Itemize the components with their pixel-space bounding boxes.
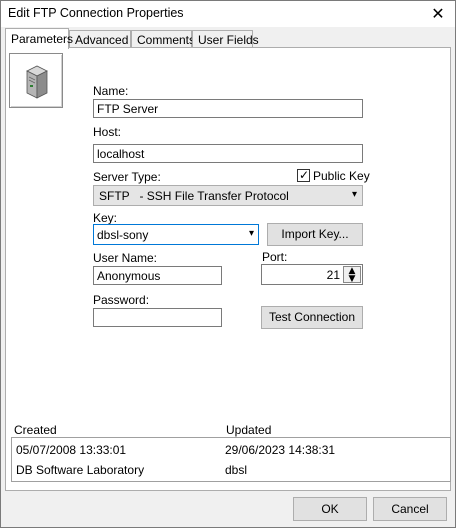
audit-info-box: 05/07/2008 13:33:01 29/06/2023 14:38:31 …	[11, 437, 451, 482]
key-label: Key:	[93, 211, 118, 225]
name-input[interactable]: FTP Server	[93, 99, 363, 118]
tab-parameters[interactable]: Parameters	[5, 28, 73, 49]
cancel-button[interactable]: Cancel	[373, 497, 447, 521]
host-label: Host:	[93, 125, 122, 139]
key-value: dbsl-sony	[97, 228, 149, 242]
close-icon[interactable]: ✕	[427, 3, 449, 25]
name-label: Name:	[93, 84, 129, 98]
password-input[interactable]	[93, 308, 222, 327]
user-name-input[interactable]: Anonymous	[93, 266, 222, 285]
password-label: Password:	[93, 293, 150, 307]
tab-comments[interactable]: Comments	[131, 30, 195, 48]
server-type-label: Server Type:	[93, 170, 161, 184]
dialog-window: Edit FTP Connection Properties ✕ Paramet…	[0, 0, 456, 528]
import-key-button[interactable]: Import Key...	[267, 223, 363, 246]
tab-advanced[interactable]: Advanced	[69, 30, 131, 48]
test-connection-button[interactable]: Test Connection	[261, 306, 363, 329]
updated-label: Updated	[226, 423, 272, 437]
server-type-select[interactable]: SFTP - SSH File Transfer Protocol ▾	[93, 185, 363, 206]
public-key-checkbox[interactable]: ✓	[297, 168, 310, 182]
created-date: 05/07/2008 13:33:01	[16, 443, 127, 457]
port-label: Port:	[262, 250, 288, 264]
ok-button[interactable]: OK	[293, 497, 367, 521]
tab-user-fields[interactable]: User Fields	[192, 30, 259, 48]
user-name-label: User Name:	[93, 251, 158, 265]
port-value: 21	[326, 268, 340, 282]
created-label: Created	[14, 423, 57, 437]
window-title: Edit FTP Connection Properties	[8, 6, 184, 20]
host-input[interactable]: localhost	[93, 144, 363, 163]
chevron-down-icon[interactable]: ▾	[249, 228, 254, 239]
title-bar: Edit FTP Connection Properties ✕	[1, 1, 455, 27]
server-icon-frame	[9, 53, 63, 108]
created-by: DB Software Laboratory	[16, 463, 145, 477]
chevron-down-icon: ▾	[351, 189, 357, 200]
updated-date: 29/06/2023 14:38:31	[225, 443, 336, 457]
server-icon	[26, 65, 48, 99]
checkmark-icon: ✓	[299, 168, 310, 182]
updated-by: dbsl	[225, 463, 248, 477]
port-spin[interactable]: 21 ▲ ▼	[261, 264, 363, 285]
key-combo[interactable]: dbsl-sony ▾	[93, 224, 259, 245]
public-key-label: Public Key	[313, 169, 370, 183]
server-type-value: SFTP - SSH File Transfer Protocol	[99, 189, 289, 203]
spin-updown-icon[interactable]: ▲ ▼	[343, 266, 361, 284]
